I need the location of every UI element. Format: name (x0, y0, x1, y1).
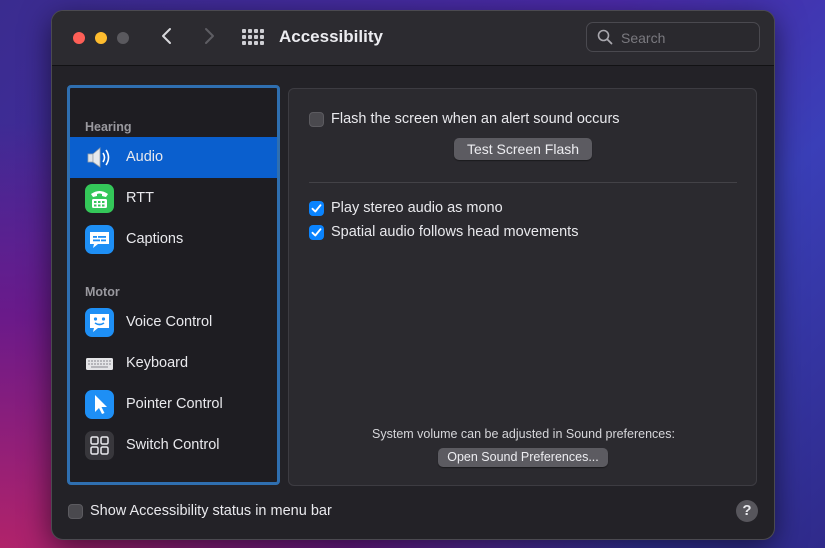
sidebar: Hearing Audio RTT Captions Motor Voice C… (67, 85, 280, 485)
sidebar-item-switch-control[interactable]: Switch Control (70, 425, 277, 466)
voice-control-icon (85, 308, 114, 337)
search-input[interactable] (619, 28, 753, 48)
mono-audio-label: Play stereo audio as mono (331, 200, 503, 216)
help-button[interactable]: ? (736, 500, 758, 522)
sidebar-item-audio[interactable]: Audio (70, 137, 277, 178)
switch-control-icon (85, 431, 114, 460)
checkmark-icon (311, 228, 322, 237)
sidebar-item-label: Pointer Control (126, 396, 223, 412)
chevron-right-icon (205, 28, 214, 44)
flash-screen-checkbox[interactable] (309, 112, 324, 127)
rtt-phone-icon (85, 184, 114, 213)
back-button[interactable] (160, 25, 174, 52)
open-sound-preferences-button[interactable]: Open Sound Preferences... (438, 448, 608, 467)
pointer-icon (85, 390, 114, 419)
show-all-grid-icon[interactable] (242, 29, 264, 45)
forward-button[interactable] (202, 25, 216, 52)
window-title: Accessibility (279, 27, 383, 46)
chevron-left-icon (162, 28, 171, 44)
sidebar-item-label: Keyboard (126, 355, 189, 371)
sidebar-item-rtt[interactable]: RTT (70, 178, 277, 219)
status-menu-bar-label: Show Accessibility status in menu bar (90, 503, 332, 519)
search-icon (597, 29, 613, 45)
section-header-motor: Motor (85, 285, 120, 299)
zoom-window-button[interactable] (117, 32, 129, 44)
flash-screen-label: Flash the screen when an alert sound occ… (331, 111, 620, 127)
mono-audio-checkbox[interactable] (309, 201, 324, 216)
minimize-window-button[interactable] (95, 32, 107, 44)
sidebar-item-label: RTT (126, 190, 154, 206)
keyboard-icon (85, 349, 114, 378)
test-screen-flash-button[interactable]: Test Screen Flash (454, 138, 592, 160)
title-bar: Accessibility (52, 11, 774, 66)
preferences-window: Accessibility Hearing Audio (51, 10, 775, 540)
checkmark-icon (311, 204, 322, 213)
speaker-icon (85, 143, 114, 172)
spatial-audio-checkbox[interactable] (309, 225, 324, 240)
sidebar-item-label: Switch Control (126, 437, 220, 453)
sidebar-item-label: Audio (126, 149, 164, 165)
sidebar-item-label: Captions (126, 231, 184, 247)
sidebar-item-captions[interactable]: Captions (70, 219, 277, 260)
close-window-button[interactable] (73, 32, 85, 44)
sidebar-item-pointer-control[interactable]: Pointer Control (70, 384, 277, 425)
section-header-hearing: Hearing (85, 120, 132, 134)
sidebar-item-voice-control[interactable]: Voice Control (70, 302, 277, 343)
spatial-audio-label: Spatial audio follows head movements (331, 224, 579, 240)
search-field[interactable] (586, 22, 760, 52)
captions-icon (85, 225, 114, 254)
volume-note: System volume can be adjusted in Sound p… (372, 427, 675, 441)
audio-settings-panel: Flash the screen when an alert sound occ… (288, 88, 757, 486)
section-divider (309, 182, 737, 183)
sidebar-item-label: Voice Control (126, 314, 213, 330)
status-menu-bar-checkbox[interactable] (68, 504, 83, 519)
sidebar-item-keyboard[interactable]: Keyboard (70, 343, 277, 384)
